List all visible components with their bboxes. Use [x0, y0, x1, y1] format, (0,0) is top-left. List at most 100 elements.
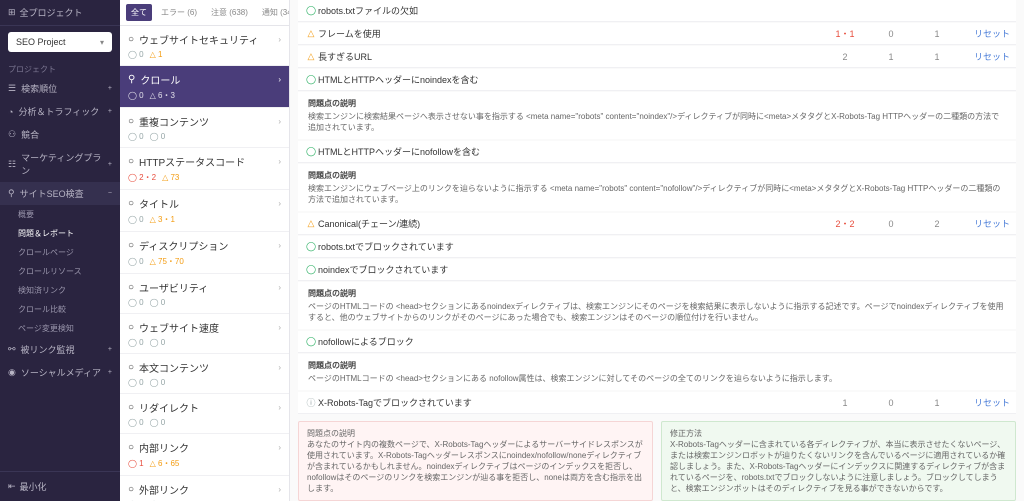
issue-description: 問題点の説明検索エンジンにウェブページ上のリンクを辿らないように指示する <me… — [298, 164, 1016, 211]
status-warn-icon: △ — [304, 28, 318, 39]
sidebar-item-competitors[interactable]: ⚇競合 — [0, 123, 120, 146]
category-item[interactable]: ○ユーザビリティ›◯ 0◯ 0 — [120, 274, 289, 314]
main-content: ◯robots.txtファイルの欠如 △フレームを使用1・101リセット △長す… — [290, 0, 1024, 501]
plus-icon: + — [108, 369, 112, 376]
reset-link[interactable]: リセット — [960, 217, 1010, 230]
col-new: 1 — [914, 52, 960, 62]
fix-box: 修正方法X-Robots-Tagヘッダーに含まれている各ディレクティブが、本当に… — [661, 421, 1016, 501]
category-item[interactable]: ○リダイレクト›◯ 0◯ 0 — [120, 394, 289, 434]
plus-icon: + — [108, 346, 112, 353]
box-title: 問題点の説明 — [307, 428, 644, 439]
issue-title: noindexでブロックされています — [318, 263, 1010, 276]
category-item[interactable]: ○外部リンク›◯ 0◯ 0 — [120, 476, 289, 501]
chevron-down-icon: ▾ — [100, 38, 104, 47]
issue-title: robots.txtファイルの欠如 — [318, 4, 1010, 17]
issue-row[interactable]: △長すぎるURL211リセット — [298, 46, 1016, 68]
issue-row[interactable]: △Canonical(チェーン/連続)2・202リセット — [298, 213, 1016, 235]
category-item[interactable]: ○ディスクリプション›◯ 0△ 75・70 — [120, 232, 289, 274]
chevron-right-icon: › — [278, 75, 281, 84]
category-item[interactable]: ⚲クロール›◯ 0△ 6・3 — [120, 66, 289, 108]
issue-row[interactable]: ◯HTMLとHTTPヘッダーにnoindexを含む — [298, 69, 1016, 91]
category-item[interactable]: ○HTTPステータスコード›◯ 2・2△ 73 — [120, 148, 289, 190]
chevron-right-icon: › — [278, 283, 281, 292]
col-new: 2 — [914, 219, 960, 229]
all-projects-link[interactable]: ⊞ 全プロジェクト — [0, 0, 120, 26]
issue-title: フレームを使用 — [318, 27, 822, 40]
category-label: 本文コンテンツ — [139, 360, 209, 375]
plus-icon: + — [108, 161, 112, 168]
chevron-right-icon: › — [278, 323, 281, 332]
category-stats: ◯ 0△ 1 — [128, 50, 281, 59]
category-item[interactable]: ○本文コンテンツ›◯ 0◯ 0 — [120, 354, 289, 394]
label: マーケティングプラン — [21, 151, 108, 177]
project-selector[interactable]: SEO Project ▾ — [8, 32, 112, 52]
label: サイトSEO検査 — [20, 187, 84, 200]
category-icon: ○ — [128, 34, 134, 45]
issue-title: 長すぎるURL — [318, 50, 822, 63]
category-icon: ○ — [128, 116, 134, 127]
chevron-right-icon: › — [278, 363, 281, 372]
social-icon: ◉ — [8, 367, 16, 378]
col-fixed: 0 — [868, 219, 914, 229]
category-icon: ○ — [128, 402, 134, 413]
category-stats: ◯ 0△ 6・3 — [128, 90, 281, 101]
tab-notices[interactable]: 通知 (349) — [257, 4, 290, 21]
tab-warnings[interactable]: 注意 (638) — [206, 4, 253, 21]
category-item[interactable]: ○内部リンク›◯ 1△ 6・65 — [120, 434, 289, 476]
issue-title: Canonical(チェーン/連続) — [318, 217, 822, 230]
issue-row[interactable]: ◯HTMLとHTTPヘッダーにnofollowを含む — [298, 141, 1016, 163]
search-icon: ⚲ — [8, 188, 15, 199]
status-ok-icon: ◯ — [304, 264, 318, 275]
col-fixed: 0 — [868, 398, 914, 408]
subitem-detected-links[interactable]: 検知済リンク — [0, 281, 120, 300]
subitem-issues-reports[interactable]: 問題＆レポート — [0, 224, 120, 243]
chevron-right-icon: › — [278, 241, 281, 250]
sidebar-item-rankings[interactable]: ☰検索順位+ — [0, 77, 120, 100]
reset-link[interactable]: リセット — [960, 27, 1010, 40]
chart-icon: ☰ — [8, 83, 16, 94]
category-label: ウェブサイト速度 — [139, 320, 219, 335]
issue-title: HTMLとHTTPヘッダーにnofollowを含む — [318, 145, 1010, 158]
subitem-crawl-compare[interactable]: クロール比較 — [0, 300, 120, 319]
reset-link[interactable]: リセット — [960, 396, 1010, 409]
chevron-right-icon: › — [278, 157, 281, 166]
issue-row[interactable]: ◯robots.txtでブロックされています — [298, 236, 1016, 258]
issue-row[interactable]: ⓘX-Robots-Tagでブロックされています101リセット — [298, 392, 1016, 414]
subitem-overview[interactable]: 概要 — [0, 205, 120, 224]
minimize-button[interactable]: ⇤最小化 — [0, 471, 120, 501]
desc-title: 問題点の説明 — [308, 360, 1006, 371]
category-icon: ○ — [128, 442, 134, 453]
project-name: SEO Project — [16, 37, 66, 47]
category-item[interactable]: ○タイトル›◯ 0△ 3・1 — [120, 190, 289, 232]
issue-row[interactable]: ◯noindexでブロックされています — [298, 259, 1016, 281]
category-stats: ◯ 0◯ 0 — [128, 298, 281, 307]
col-new: 1 — [914, 29, 960, 39]
category-item[interactable]: ○重複コンテンツ›◯ 0◯ 0 — [120, 108, 289, 148]
category-label: HTTPステータスコード — [139, 154, 245, 169]
category-item[interactable]: ○ウェブサイト速度›◯ 0◯ 0 — [120, 314, 289, 354]
issue-row[interactable]: △フレームを使用1・101リセット — [298, 23, 1016, 45]
tab-errors[interactable]: エラー (6) — [156, 4, 202, 21]
category-item[interactable]: ○ウェブサイトセキュリティ›◯ 0△ 1 — [120, 26, 289, 66]
subitem-crawl-pages[interactable]: クロールページ — [0, 243, 120, 262]
col-new: 1 — [914, 398, 960, 408]
users-icon: ⚇ — [8, 129, 16, 140]
issue-row[interactable]: ◯nofollowによるブロック — [298, 331, 1016, 353]
sidebar-item-marketing[interactable]: ☷マーケティングプラン+ — [0, 146, 120, 182]
issue-row[interactable]: ◯robots.txtファイルの欠如 — [298, 0, 1016, 22]
desc-body: 検索エンジンにウェブページ上のリンクを辿らないように指示する <meta nam… — [308, 183, 1006, 205]
subitem-page-change[interactable]: ページ変更検知 — [0, 319, 120, 338]
status-ok-icon: ◯ — [304, 146, 318, 157]
issue-detail-boxes: 問題点の説明あなたのサイト内の複数ページで、X-Robots-Tagヘッダーによ… — [298, 415, 1016, 501]
sidebar-item-seo-audit[interactable]: ⚲サイトSEO検査− — [0, 182, 120, 205]
subitem-crawl-resources[interactable]: クロールリソース — [0, 262, 120, 281]
category-label: ディスクリプション — [139, 238, 228, 253]
desc-body: ページのHTMLコードの <head>セクションにある nofollow属性は、… — [308, 373, 1006, 384]
sidebar-item-backlinks[interactable]: ⚯被リンク監視+ — [0, 338, 120, 361]
reset-link[interactable]: リセット — [960, 50, 1010, 63]
sidebar-item-analytics[interactable]: ◔分析＆トラフィック+ — [0, 100, 120, 123]
issue-description: 問題点の説明検索エンジンに検索結果ページへ表示させない事を指示する <meta … — [298, 92, 1016, 139]
status-ok-icon: ◯ — [304, 241, 318, 252]
tab-all[interactable]: 全て — [126, 4, 152, 21]
sidebar-item-social[interactable]: ◉ソーシャルメディア+ — [0, 361, 120, 384]
